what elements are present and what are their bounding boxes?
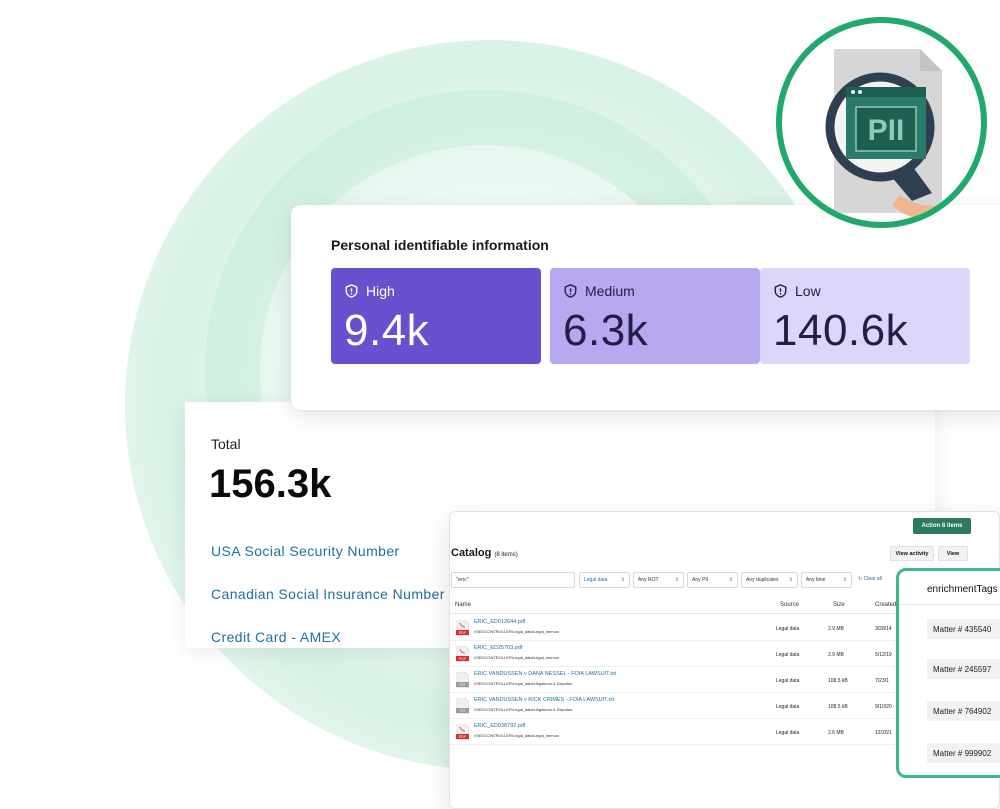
txt-icon: TXT [456,672,469,688]
filter-label: Any duplicates [746,577,779,583]
file-source: Legal data [776,704,800,710]
svg-text:TXT: TXT [459,709,467,713]
filter-time[interactable]: Any time ⇕ [801,572,852,588]
pdf-icon: PDF [456,724,469,740]
file-size: 2.9 MB [828,626,844,632]
pii-title: Personal identifiable information [331,237,549,253]
pii-tile-high[interactable]: High 9.4k [331,268,541,364]
pii-level-label: Low [795,283,821,299]
file-source: Legal data [776,730,800,736]
shield-icon [564,284,577,298]
sort-icon: ⇕ [620,577,625,583]
column-header-created[interactable]: Created [875,602,896,608]
file-name-link[interactable]: ERIC VANDUSSEN v DANA NESSEL - FOIA LAWS… [474,671,616,677]
svg-text:TXT: TXT [459,683,467,687]
sort-icon: ⇕ [728,577,733,583]
view-activity-button[interactable]: View activity [890,546,934,561]
pii-level-value: 140.6k [773,306,909,355]
file-path: \\SEDCONTROLLER\Legal_data\Litigations &… [474,707,573,712]
enrichment-title: enrichmentTags [927,584,998,595]
pdf-icon: PDF [456,646,469,662]
filter-label: Legal data [584,577,608,583]
svg-text:PDF: PDF [459,657,467,661]
file-size: 108.5 kB [828,704,848,710]
filter-label: Any time [806,577,826,583]
total-label: Total [211,436,241,452]
file-name-link[interactable]: ERIC_ED038792.pdf [474,723,525,729]
enrichment-tag[interactable]: Matter # 435540 [927,619,1000,639]
enrichment-tag[interactable]: Matter # 764902 [927,701,1000,721]
sort-icon: ⇕ [842,577,847,583]
file-size: 108.5 kB [828,678,848,684]
file-path: \\SEDCONTROLLER\Legal_data\Legal_memos [474,655,559,660]
svg-text:PDF: PDF [459,631,467,635]
file-name-link[interactable]: ERIC_ED25703.pdf [474,645,522,651]
catalog-count: (8 items) [494,552,518,558]
txt-icon: TXT [456,698,469,714]
action-items-button[interactable]: Action 8 items [913,518,971,534]
pii-type-link[interactable]: Canadian Social Insurance Number [211,586,445,602]
pii-level-label: Medium [585,283,635,299]
column-header-size[interactable]: Size [833,602,845,608]
pii-card: Personal identifiable information High 9… [291,205,1000,410]
column-header-name[interactable]: Name [455,602,471,608]
shield-icon [345,284,358,298]
file-size: 2.9 MB [828,652,844,658]
enrichment-tag[interactable]: Matter # 245597 [927,659,1000,679]
catalog-title-text: Catalog [451,547,492,559]
filter-duplicates[interactable]: Any duplicates ⇕ [741,572,798,588]
magnifier-document-icon: PII [825,49,954,222]
refresh-icon: ↻ [858,576,863,582]
clear-all-label: Clear all [863,576,882,582]
svg-text:PDF: PDF [459,735,467,739]
enrichment-tags-panel: enrichmentTags Matter # 435540 Matter # … [896,568,1000,778]
clear-all-link[interactable]: ↻ Clear all [858,576,882,582]
sort-icon: ⇕ [788,577,793,583]
file-source: Legal data [776,678,800,684]
pii-level-value: 9.4k [344,306,430,355]
catalog-title: Catalog (8 items) [451,547,518,559]
pii-level-value: 6.3k [563,306,649,355]
filter-source[interactable]: Legal data ⇕ [579,572,630,588]
file-created: 5/12/19 [875,652,892,658]
pii-magnifier-badge: PII [776,17,987,228]
filter-pii[interactable]: Any PII ⇕ [687,572,738,588]
file-path: \\SEDCONTROLLER\Legal_data\Legal_memos [474,733,559,738]
file-path: \\SEDCONTROLLER\Legal_data\Litigations &… [474,681,573,686]
filter-label: Any PII [692,577,709,583]
pdf-icon: PDF [456,620,469,636]
file-source: Legal data [776,626,800,632]
filter-rot[interactable]: Any ROT ⇕ [633,572,684,588]
file-name-link[interactable]: ERIC_ED012644.pdf [474,619,525,625]
view-button[interactable]: View [938,546,968,561]
file-created: 12/20/1 [875,730,892,736]
file-name-link[interactable]: ERIC VANDUSSEN v RICK CRIMES - FOIA LAWS… [474,697,614,703]
badge-text: PII [868,114,905,147]
file-path: \\SEDCONTROLLER\Legal_data\Legal_memos [474,629,559,634]
file-created: 7/23/1 [875,678,889,684]
file-created: 3/28/14 [875,626,892,632]
pii-tile-medium[interactable]: Medium 6.3k [550,268,760,364]
pii-type-link[interactable]: USA Social Security Number [211,543,400,559]
enrichment-tag[interactable]: Matter # 999902 [927,743,1000,763]
total-value: 156.3k [209,462,332,506]
file-created: 9/10/20 [875,704,892,710]
pii-type-link[interactable]: Credit Card - AMEX [211,629,341,645]
pii-tile-low[interactable]: Low 140.6k [760,268,970,364]
enrichment-divider [899,604,1000,605]
search-input[interactable]: "eric" [451,572,575,588]
shield-icon [774,284,787,298]
filter-label: Any ROT [638,577,659,583]
sort-icon: ⇕ [674,577,679,583]
file-source: Legal data [776,652,800,658]
file-size: 2.6 MB [828,730,844,736]
pii-level-label: High [366,283,395,299]
column-header-source[interactable]: Source [780,602,799,608]
